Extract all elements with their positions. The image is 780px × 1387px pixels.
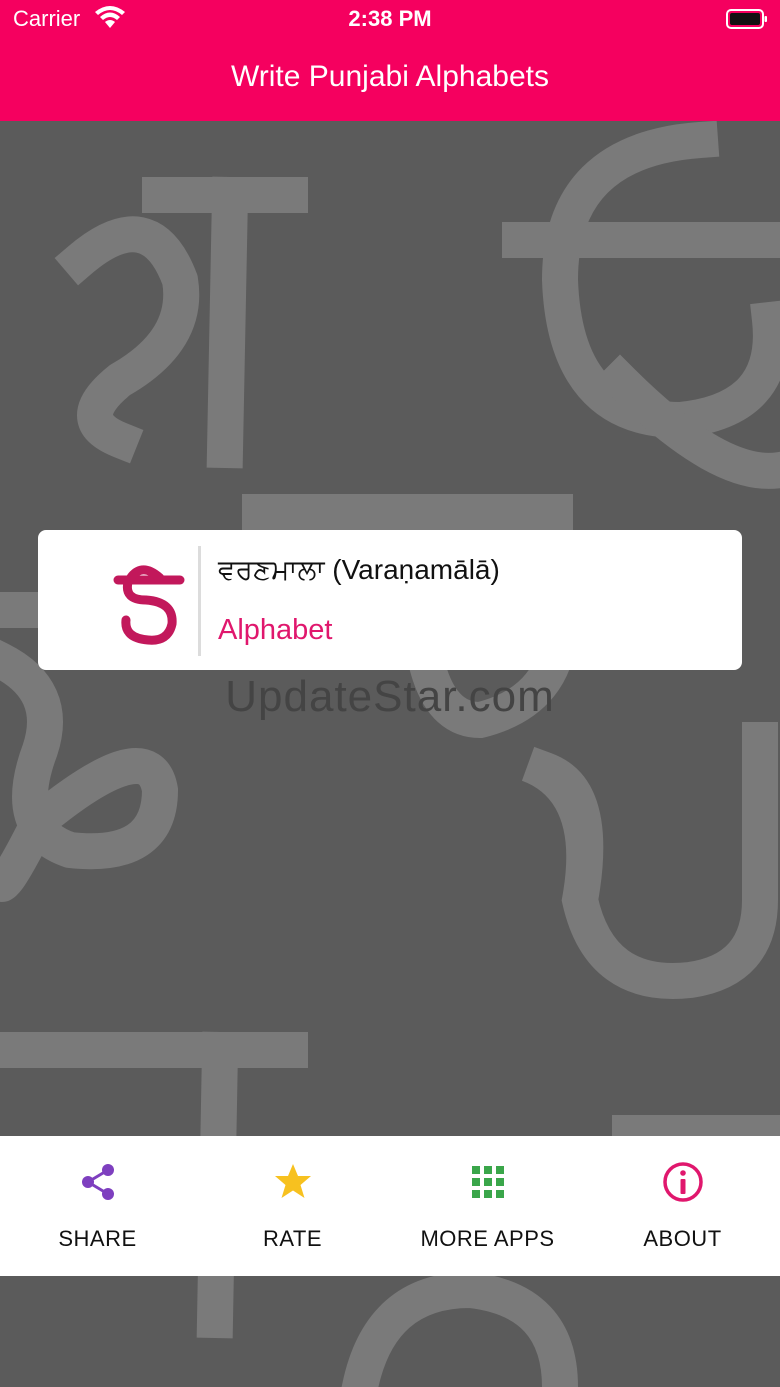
rate-button[interactable]: RATE: [195, 1136, 390, 1276]
more-apps-button[interactable]: MORE APPS: [390, 1136, 585, 1276]
grid-icon: [471, 1166, 504, 1198]
share-label: SHARE: [58, 1226, 137, 1251]
alphabet-card[interactable]: ਵਰਣਮਾਲਾ (Varaṇamālā) Alphabet: [38, 530, 742, 670]
rate-label: RATE: [262, 1226, 323, 1251]
share-icon: [81, 1164, 114, 1200]
info-icon: [662, 1162, 703, 1202]
top-bar: Carrier 2:38 PM Write Punjabi Alphabets: [0, 0, 780, 121]
share-button[interactable]: SHARE: [0, 1136, 195, 1276]
about-button[interactable]: ABOUT: [585, 1136, 780, 1276]
gurmukhi-letter-icon: [113, 565, 185, 645]
card-subtitle: Alphabet: [218, 614, 333, 646]
about-label: ABOUT: [643, 1226, 722, 1251]
page-title: Write Punjabi Alphabets: [231, 60, 549, 93]
status-bar: Carrier 2:38 PM: [0, 0, 780, 40]
card-divider: [198, 546, 201, 656]
clock: 2:38 PM: [348, 6, 432, 31]
card-title: ਵਰਣਮਾਲਾ (Varaṇamālā): [218, 554, 500, 585]
bottom-bar: SHARE RATE MORE APPS ABOUT: [0, 1136, 780, 1276]
star-icon: [274, 1164, 311, 1198]
battery-icon: [726, 9, 767, 29]
watermark: UpdateStar.com: [225, 672, 555, 721]
more-apps-label: MORE APPS: [420, 1226, 555, 1251]
